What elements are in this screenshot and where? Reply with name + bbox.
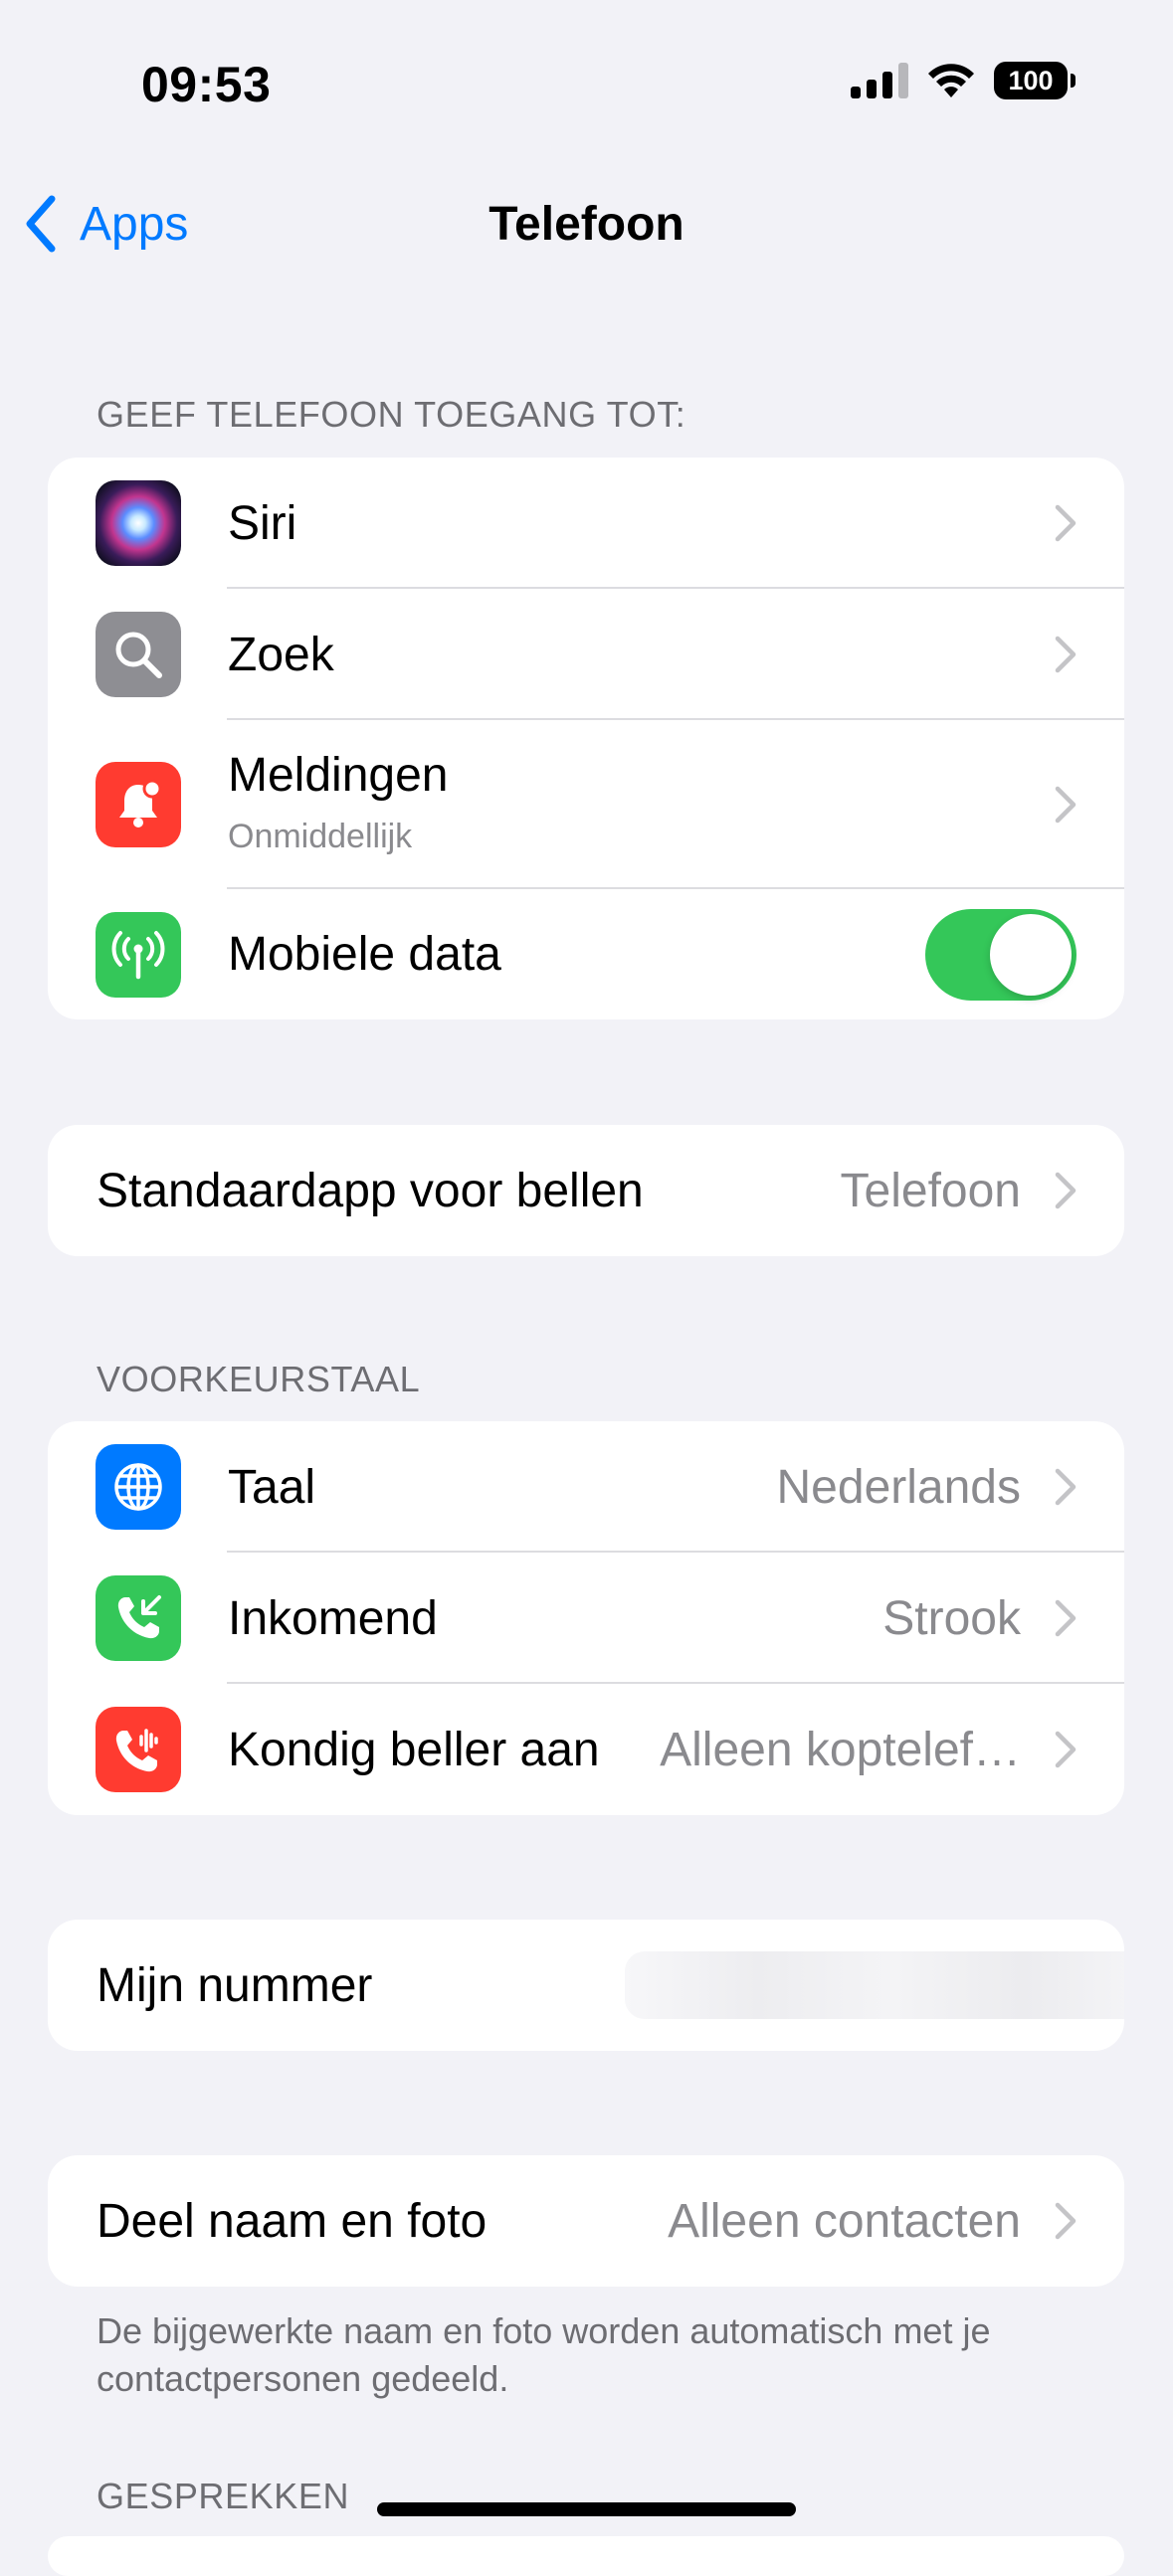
notifications-icon (96, 762, 181, 847)
chevron-right-icon (1055, 2202, 1076, 2240)
chevron-right-icon (1055, 504, 1076, 542)
incoming-row[interactable]: Inkomend Strook (48, 1553, 1124, 1684)
chevron-right-icon (1055, 1172, 1076, 1209)
access-group: Siri Zoek Meldingen Onmiddellijk Mobiele… (48, 458, 1124, 1019)
battery-icon: 100 (994, 62, 1075, 99)
wifi-icon (928, 64, 974, 97)
default-app-group: Standaardapp voor bellen Telefoon (48, 1125, 1124, 1256)
announce-calls-label: Kondig beller aan (228, 1723, 600, 1776)
mobile-data-toggle[interactable] (925, 908, 1076, 1001)
default-call-app-row[interactable]: Standaardapp voor bellen Telefoon (48, 1125, 1124, 1256)
section-header-calls: GESPREKKEN (97, 2476, 350, 2516)
battery-level: 100 (1008, 65, 1054, 95)
language-group: Taal Nederlands Inkomend Strook Kondig b… (48, 1421, 1124, 1815)
section-header-access: GEEF TELEFOON TOEGANG TOT: (97, 394, 686, 435)
mobile-data-label: Mobiele data (228, 928, 501, 981)
siri-row[interactable]: Siri (48, 458, 1124, 589)
search-row[interactable]: Zoek (48, 589, 1124, 720)
section-header-language: VOORKEURSTAAL (97, 1359, 421, 1399)
siri-icon (96, 480, 181, 566)
chevron-right-icon (1055, 1731, 1076, 1768)
notifications-row[interactable]: Meldingen Onmiddellijk (48, 720, 1124, 889)
my-number-group: Mijn nummer (48, 1920, 1124, 2051)
cellular-icon (96, 911, 181, 998)
share-name-group: Deel naam en foto Alleen contacten (48, 2155, 1124, 2287)
chevron-right-icon (1055, 636, 1076, 673)
announce-calls-row[interactable]: Kondig beller aan Alleen koptelef… (48, 1684, 1124, 1815)
home-indicator[interactable] (377, 2502, 796, 2516)
page-title: Telefoon (489, 198, 684, 251)
status-time: 09:53 (141, 57, 272, 112)
language-label: Taal (228, 1460, 316, 1514)
notifications-label: Meldingen (228, 749, 449, 802)
chevron-right-icon (1055, 1599, 1076, 1637)
share-name-label: Deel naam en foto (97, 2194, 488, 2248)
chevron-right-icon (1055, 786, 1076, 824)
toggle-knob (990, 913, 1072, 996)
incoming-label: Inkomend (228, 1591, 438, 1645)
share-name-value: Alleen contacten (668, 2194, 1021, 2248)
share-name-footer: De bijgewerkte naam en foto worden autom… (97, 2310, 991, 2399)
search-label: Zoek (228, 628, 334, 681)
my-number-label: Mijn nummer (97, 1958, 373, 2012)
redacted-number (625, 1951, 1124, 2019)
default-app-value: Telefoon (840, 1164, 1021, 1217)
cellular-signal-icon (851, 63, 908, 98)
chevron-right-icon (1055, 1468, 1076, 1506)
incoming-call-icon (96, 1575, 181, 1661)
status-icons: 100 (851, 62, 1075, 99)
share-name-photo-row[interactable]: Deel naam en foto Alleen contacten (48, 2155, 1124, 2287)
search-icon (96, 612, 181, 697)
incoming-value: Strook (882, 1591, 1021, 1645)
calls-group (48, 2536, 1124, 2576)
globe-icon (96, 1444, 181, 1530)
mobile-data-row: Mobiele data (48, 889, 1124, 1019)
notifications-sublabel: Onmiddellijk (228, 818, 413, 855)
announce-calls-value: Alleen koptelef… (660, 1723, 1021, 1776)
language-row[interactable]: Taal Nederlands (48, 1421, 1124, 1553)
announce-calls-icon (96, 1707, 181, 1792)
language-value: Nederlands (776, 1460, 1021, 1514)
default-app-label: Standaardapp voor bellen (97, 1164, 644, 1217)
siri-label: Siri (228, 496, 297, 550)
my-number-row[interactable]: Mijn nummer (48, 1920, 1124, 2051)
